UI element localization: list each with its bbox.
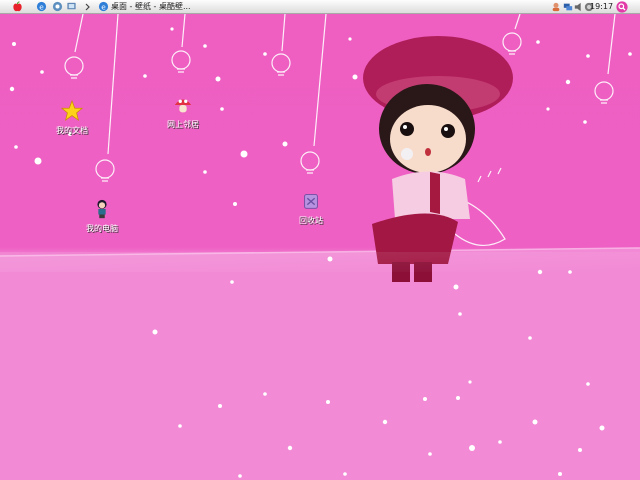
- search-icon[interactable]: [616, 1, 628, 13]
- network-icon[interactable]: [563, 1, 573, 13]
- ie-icon: e: [98, 1, 109, 11]
- icon-label: 我的文档: [56, 126, 88, 135]
- icon-label: 网上邻居: [167, 120, 199, 129]
- explorer-icon[interactable]: [52, 1, 63, 12]
- volume-icon[interactable]: [574, 1, 584, 13]
- user-icon[interactable]: [551, 1, 561, 13]
- girl-icon: [97, 199, 107, 219]
- wall-floor-highlight: [0, 252, 640, 272]
- desktop-icon-recycle-bin[interactable]: 回收站: [286, 190, 336, 226]
- desktop-icon-my-computer[interactable]: 我的电脑: [77, 198, 127, 234]
- svg-text:e: e: [101, 2, 106, 11]
- desktop-icon[interactable]: [66, 1, 77, 12]
- recycle-bin-icon: [304, 194, 318, 209]
- icon-label: 我的电脑: [86, 224, 118, 233]
- clock[interactable]: 19:17: [590, 0, 613, 14]
- svg-text:e: e: [39, 2, 44, 11]
- mushroom-icon: [174, 99, 192, 113]
- desktop-icon-online-neighbors[interactable]: 网上邻居: [158, 94, 208, 130]
- icon-label: 回收站: [299, 216, 323, 225]
- task-title: 桌面 - 壁纸 - 桌酷壁...: [111, 2, 191, 11]
- task-button-desktop-window[interactable]: e 桌面 - 壁纸 - 桌酷壁...: [96, 1, 191, 13]
- taskbar: e e 桌面 - 壁纸 - 桌酷壁... 19:17: [0, 0, 640, 14]
- ie-icon[interactable]: e: [36, 1, 47, 12]
- star-icon: [60, 99, 84, 122]
- apple-logo-icon[interactable]: [12, 1, 23, 13]
- pink-doll-wallpaper: [0, 14, 640, 480]
- desktop-icon-my-documents[interactable]: 我的文档: [47, 99, 97, 136]
- desktop[interactable]: 我的文档 网上邻居 我的电脑 回收站: [0, 14, 640, 480]
- quick-launch-chevron-icon[interactable]: [84, 1, 92, 13]
